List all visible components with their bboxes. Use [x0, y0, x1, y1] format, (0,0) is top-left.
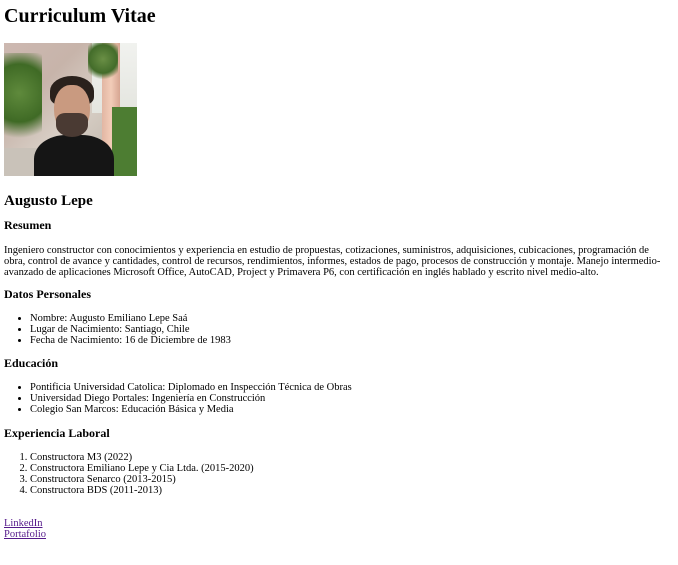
educacion-heading: Educación [4, 356, 59, 370]
list-item: Universidad Diego Portales: Ingeniería e… [30, 393, 672, 404]
list-item: Constructora BDS (2011-2013) [30, 485, 672, 496]
page-title: Curriculum Vitae [4, 5, 156, 27]
cv-page: Curriculum Vitae Augusto Lepe Resumen In… [4, 0, 672, 540]
resumen-text: Ingeniero constructor con conocimientos … [4, 245, 661, 278]
list-item: Fecha de Nacimiento: 16 de Diciembre de … [30, 335, 672, 346]
datos-personales-heading: Datos Personales [4, 287, 91, 301]
linkedin-link[interactable]: LinkedIn [4, 518, 672, 529]
list-item: Pontificia Universidad Catolica: Diploma… [30, 382, 672, 393]
experiencia-heading: Experiencia Laboral [4, 426, 110, 440]
experiencia-list: Constructora M3 (2022) Constructora Emil… [4, 452, 672, 496]
portafolio-link[interactable]: Portafolio [4, 529, 672, 540]
list-item: Lugar de Nacimiento: Santiago, Chile [30, 324, 672, 335]
educacion-list: Pontificia Universidad Catolica: Diploma… [4, 382, 672, 415]
links-section: LinkedIn Portafolio [4, 518, 672, 540]
profile-photo [4, 43, 137, 176]
list-item: Constructora Emiliano Lepe y Cia Ltda. (… [30, 463, 672, 474]
list-item: Constructora Senarco (2013-2015) [30, 474, 672, 485]
list-item: Constructora M3 (2022) [30, 452, 672, 463]
resumen-heading: Resumen [4, 218, 52, 232]
list-item: Colegio San Marcos: Educación Básica y M… [30, 404, 672, 415]
datos-personales-list: Nombre: Augusto Emiliano Lepe Saá Lugar … [4, 313, 672, 346]
person-name: Augusto Lepe [4, 193, 93, 209]
list-item: Nombre: Augusto Emiliano Lepe Saá [30, 313, 672, 324]
